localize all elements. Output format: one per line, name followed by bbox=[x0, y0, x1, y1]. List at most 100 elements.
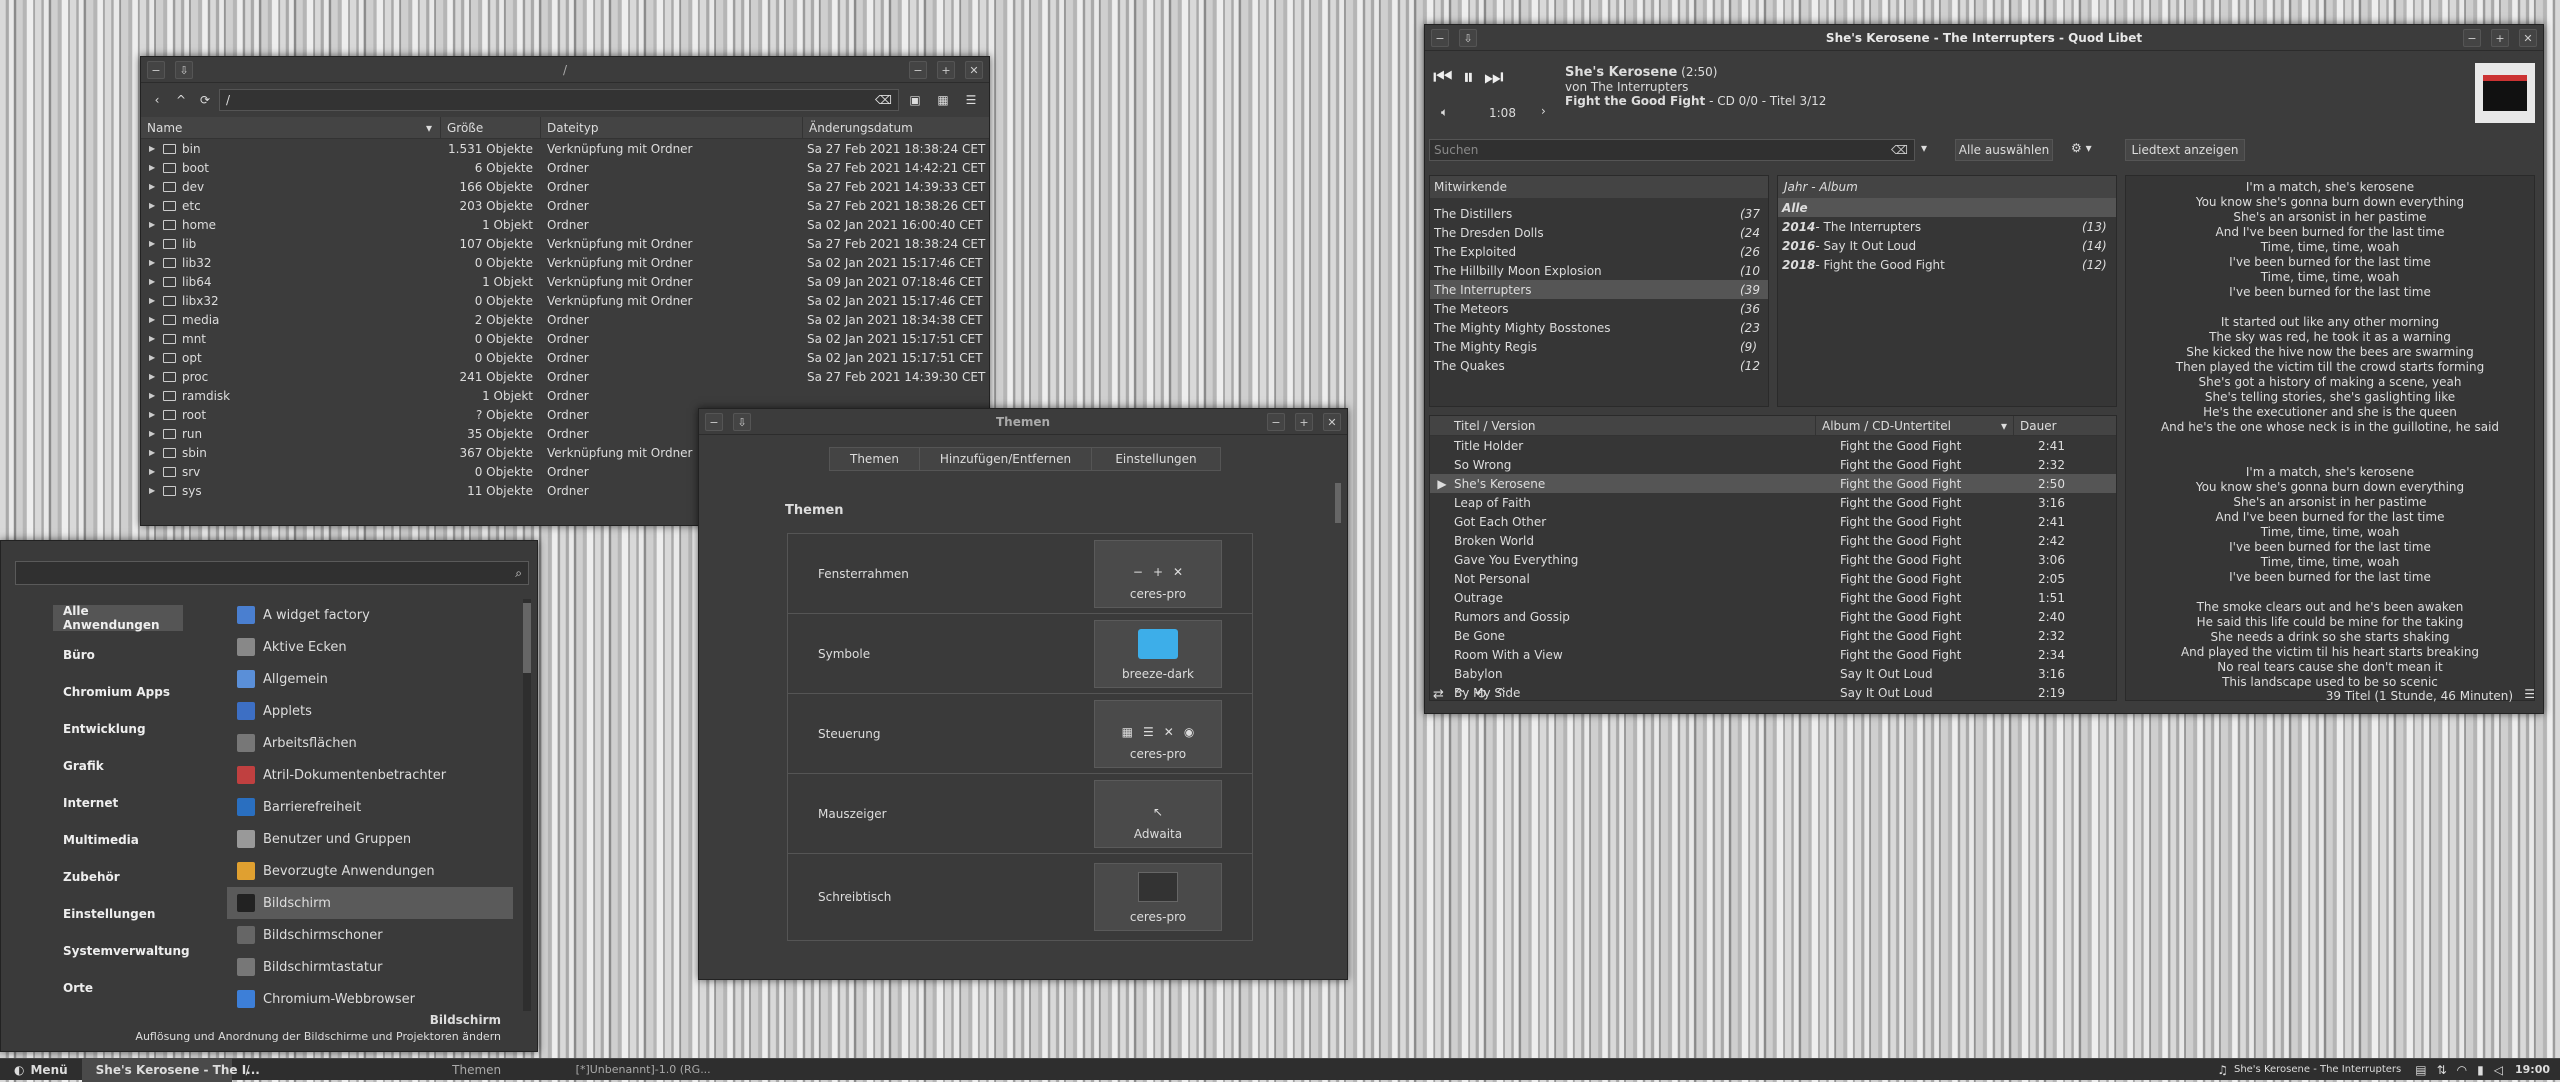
show-lyrics-button[interactable]: Liedtext anzeigen bbox=[2125, 139, 2245, 161]
expander-icon[interactable]: ▶ bbox=[149, 410, 157, 419]
theme-preview-button[interactable]: ▦ ☰ ✕ ◉ ceres-pro bbox=[1094, 699, 1222, 768]
title-bar[interactable]: − ⇩ Themen − + ✕ bbox=[699, 409, 1347, 435]
col-title[interactable]: Titel / Version bbox=[1430, 416, 1816, 435]
volume-icon[interactable]: ◁ bbox=[2494, 1063, 2503, 1077]
clipboard-icon[interactable]: ▤ bbox=[2415, 1063, 2426, 1077]
menu-icon[interactable]: ☰ bbox=[2524, 687, 2535, 701]
expander-icon[interactable]: ▶ bbox=[149, 315, 157, 324]
theme-preview-button[interactable]: ↖ Adwaita bbox=[1094, 779, 1222, 848]
pin-icon[interactable]: ⇩ bbox=[1459, 29, 1477, 47]
album-item[interactable]: 2016 - Say It Out Loud (14) bbox=[1778, 236, 2116, 255]
artists-header[interactable]: Mitwirkende bbox=[1430, 176, 1768, 198]
table-row[interactable]: ▶ dev 166 Objekte Ordner Sa 27 Feb 2021 14:3… bbox=[141, 177, 989, 196]
wifi-icon[interactable]: ◠ bbox=[2457, 1063, 2467, 1077]
taskbar-item-gimp[interactable]: [*]Unbenannt]-1.0 (RG... bbox=[562, 1058, 732, 1082]
expander-icon[interactable]: ▶ bbox=[149, 144, 157, 153]
app-item[interactable]: Aktive Ecken bbox=[227, 631, 513, 663]
expander-icon[interactable]: ▶ bbox=[149, 429, 157, 438]
track-row[interactable]: ▶ She's Kerosene Fight the Good Fight 2:50 bbox=[1430, 474, 2116, 493]
now-playing-label[interactable]: She's Kerosene - The Interrupters bbox=[2234, 1064, 2401, 1075]
back-icon[interactable]: ‹ bbox=[147, 93, 167, 107]
app-item[interactable]: Bildschirmtastatur bbox=[227, 951, 513, 983]
theme-preview-button[interactable]: breeze-dark bbox=[1094, 619, 1222, 688]
category-item[interactable]: Zubehör bbox=[53, 858, 183, 895]
battery-icon[interactable]: ▮ bbox=[2477, 1063, 2484, 1077]
track-row[interactable]: Rumors and Gossip Fight the Good Fight 2:4… bbox=[1430, 607, 2116, 626]
shuffle-up-icon[interactable]: ^ bbox=[1454, 687, 1465, 702]
category-item[interactable]: Internet bbox=[53, 784, 183, 821]
minimize-left-icon[interactable]: − bbox=[1431, 29, 1449, 47]
maximize-button[interactable]: + bbox=[1295, 413, 1313, 431]
col-date[interactable]: Änderungsdatum bbox=[803, 117, 989, 138]
search-input[interactable]: Suchen ⌫ bbox=[1429, 139, 1915, 161]
track-row[interactable]: Gave You Everything Fight the Good Fight 3… bbox=[1430, 550, 2116, 569]
expander-icon[interactable]: ▶ bbox=[149, 372, 157, 381]
table-row[interactable]: ▶ opt 0 Objekte Ordner Sa 02 Jan 2021 15:17:… bbox=[141, 348, 989, 367]
category-item[interactable]: Büro bbox=[53, 636, 183, 673]
track-row[interactable]: Outrage Fight the Good Fight 1:51 bbox=[1430, 588, 2116, 607]
artist-item[interactable]: The Mighty Regis (9) bbox=[1430, 337, 1768, 356]
table-row[interactable]: ▶ ramdisk 1 Objekt Ordner bbox=[141, 386, 989, 405]
minimize-button[interactable]: − bbox=[909, 61, 927, 79]
taskbar-item-themes[interactable]: Themen bbox=[392, 1058, 562, 1082]
tab-settings[interactable]: Einstellungen bbox=[1092, 448, 1220, 470]
category-item[interactable]: Multimedia bbox=[53, 821, 183, 858]
table-row[interactable]: ▶ bin 1.531 Objekte Verknüpfung mit Ordner S… bbox=[141, 139, 989, 158]
tab-add-remove[interactable]: Hinzufügen/Entfernen bbox=[920, 448, 1092, 470]
pause-icon[interactable]: ⏸ bbox=[1463, 65, 1474, 90]
title-bar[interactable]: − ⇩ She's Kerosene - The Interrupters - … bbox=[1425, 25, 2543, 51]
expander-icon[interactable]: ▶ bbox=[149, 448, 157, 457]
artist-item[interactable]: The Hillbilly Moon Explosion (10 bbox=[1430, 261, 1768, 280]
track-row[interactable]: By My Side Say It Out Loud 2:19 bbox=[1430, 683, 2116, 700]
expander-icon[interactable]: ▶ bbox=[149, 220, 157, 229]
reload-icon[interactable]: ⟳ bbox=[195, 93, 215, 107]
expander-icon[interactable]: ▶ bbox=[149, 239, 157, 248]
track-row[interactable]: Broken World Fight the Good Fight 2:42 bbox=[1430, 531, 2116, 550]
table-row[interactable]: ▶ boot 6 Objekte Ordner Sa 27 Feb 2021 14:42… bbox=[141, 158, 989, 177]
track-row[interactable]: Not Personal Fight the Good Fight 2:05 bbox=[1430, 569, 2116, 588]
artist-item[interactable]: The Interrupters (39 bbox=[1430, 280, 1768, 299]
category-item[interactable]: Entwicklung bbox=[53, 710, 183, 747]
col-type[interactable]: Dateityp bbox=[541, 117, 803, 138]
taskbar-item-quodlibet[interactable]: She's Kerosene - The I... bbox=[81, 1057, 260, 1082]
track-row[interactable]: So Wrong Fight the Good Fight 2:32 bbox=[1430, 455, 2116, 474]
table-row[interactable]: ▶ mnt 0 Objekte Ordner Sa 02 Jan 2021 15:17:… bbox=[141, 329, 989, 348]
table-row[interactable]: ▶ libx32 0 Objekte Verknüpfung mit Ordner Sa… bbox=[141, 291, 989, 310]
artist-item[interactable]: The Dresden Dolls (24 bbox=[1430, 223, 1768, 242]
theme-preview-button[interactable]: ceres-pro bbox=[1094, 863, 1222, 931]
taskbar-item-files[interactable]: / bbox=[232, 1058, 392, 1082]
table-row[interactable]: ▶ etc 203 Objekte Ordner Sa 27 Feb 2021 18:3… bbox=[141, 196, 989, 215]
expander-icon[interactable]: ▶ bbox=[149, 258, 157, 267]
expander-icon[interactable]: ▶ bbox=[149, 467, 157, 476]
artist-item[interactable]: The Mighty Mighty Bosstones (23 bbox=[1430, 318, 1768, 337]
maximize-button[interactable]: + bbox=[937, 61, 955, 79]
close-button[interactable]: ✕ bbox=[1323, 413, 1341, 431]
artist-item[interactable]: The Exploited (26 bbox=[1430, 242, 1768, 261]
expander-icon[interactable]: ▶ bbox=[149, 353, 157, 362]
col-size[interactable]: Größe bbox=[441, 117, 541, 138]
table-row[interactable]: ▶ lib64 1 Objekt Verknüpfung mit Ordner Sa 0… bbox=[141, 272, 989, 291]
shuffle-icon[interactable]: ⇄ bbox=[1433, 687, 1444, 702]
app-item[interactable]: Bildschirmschoner bbox=[227, 919, 513, 951]
settings-gear-icon[interactable]: ⚙ ▾ bbox=[2071, 141, 2092, 155]
category-item[interactable]: Grafik bbox=[53, 747, 183, 784]
repeat-icon[interactable]: ⟲ bbox=[1475, 687, 1486, 702]
menu-button[interactable]: ◐ Menü bbox=[0, 1058, 82, 1082]
table-row[interactable]: ▶ lib 107 Objekte Verknüpfung mit Ordner Sa … bbox=[141, 234, 989, 253]
minimize-button[interactable]: − bbox=[2463, 29, 2481, 47]
next-icon[interactable]: ⏭ bbox=[1484, 65, 1504, 90]
expander-icon[interactable]: ▶ bbox=[149, 486, 157, 495]
col-album[interactable]: Album / CD-Untertitel ▾ bbox=[1816, 416, 2014, 435]
seek-arrow-icon[interactable]: › bbox=[1541, 104, 1546, 118]
expander-icon[interactable]: ▶ bbox=[149, 334, 157, 343]
tab-themes[interactable]: Themen bbox=[830, 448, 920, 470]
category-item[interactable]: Alle Anwendungen bbox=[53, 604, 183, 632]
track-row[interactable]: Room With a View Fight the Good Fight 2:34 bbox=[1430, 645, 2116, 664]
pin-icon[interactable]: ⇩ bbox=[733, 413, 751, 431]
maximize-button[interactable]: + bbox=[2491, 29, 2509, 47]
col-name[interactable]: Name ▾ bbox=[141, 117, 441, 138]
col-duration[interactable]: Dauer bbox=[2014, 416, 2116, 435]
path-bar[interactable]: / ⌫ bbox=[219, 89, 899, 111]
theme-preview-button[interactable]: − + ✕ ceres-pro bbox=[1094, 539, 1222, 608]
app-item[interactable]: Applets bbox=[227, 695, 513, 727]
